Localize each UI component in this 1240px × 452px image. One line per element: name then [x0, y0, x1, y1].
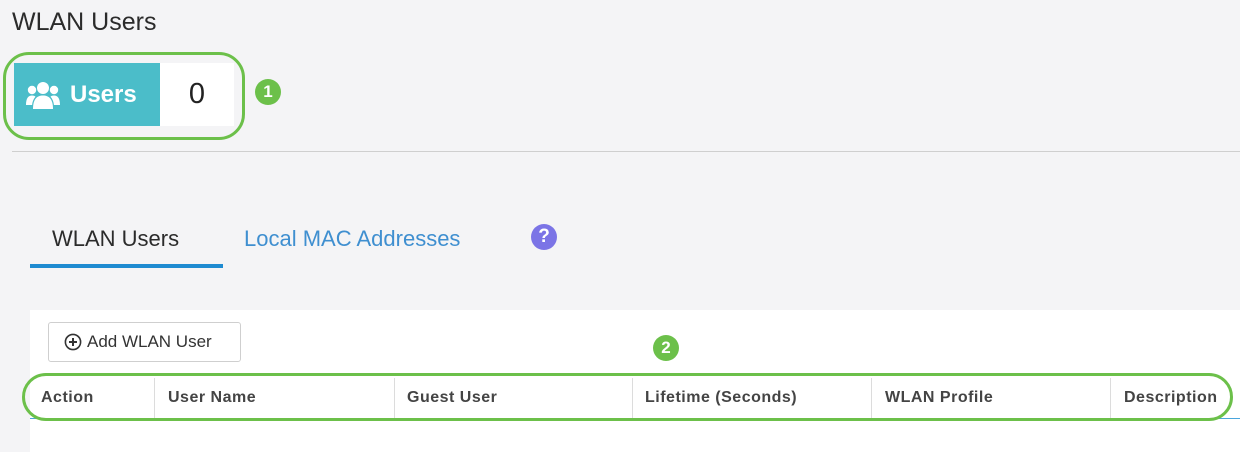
- column-header-action[interactable]: Action: [41, 378, 94, 418]
- column-header-wlan-profile[interactable]: WLAN Profile: [885, 378, 993, 418]
- users-group-icon: [26, 80, 60, 110]
- active-tab-indicator: [30, 264, 223, 268]
- annotation-marker-2: 2: [653, 335, 679, 361]
- column-header-description[interactable]: Description: [1124, 378, 1218, 418]
- page-title: WLAN Users: [12, 8, 157, 36]
- tab-bar: WLAN Users Local MAC Addresses ?: [30, 222, 590, 268]
- wlan-users-panel: Add WLAN User Action User Name Guest Use…: [30, 310, 1240, 452]
- add-wlan-user-label: Add WLAN User: [87, 332, 212, 351]
- column-divider: [394, 378, 395, 418]
- users-badge-label: Users: [70, 80, 137, 108]
- annotation-marker-1: 1: [255, 79, 281, 105]
- plus-circle-icon: [64, 333, 82, 351]
- tab-wlan-users[interactable]: WLAN Users: [52, 226, 179, 252]
- column-header-lifetime[interactable]: Lifetime (Seconds): [645, 378, 797, 418]
- table-header: Action User Name Guest User Lifetime (Se…: [30, 378, 1240, 419]
- column-header-user-name[interactable]: User Name: [168, 378, 256, 418]
- users-count-widget: Users 0: [14, 63, 234, 126]
- column-divider: [632, 378, 633, 418]
- users-badge-label-area: Users: [14, 63, 160, 126]
- column-header-guest-user[interactable]: Guest User: [407, 378, 497, 418]
- column-divider: [154, 378, 155, 418]
- tab-local-mac-addresses[interactable]: Local MAC Addresses: [244, 226, 460, 252]
- column-divider: [871, 378, 872, 418]
- users-count: 0: [160, 63, 234, 126]
- help-icon[interactable]: ?: [531, 224, 557, 250]
- add-wlan-user-button[interactable]: Add WLAN User: [48, 322, 241, 362]
- section-divider: [12, 151, 1240, 152]
- column-divider: [1110, 378, 1111, 418]
